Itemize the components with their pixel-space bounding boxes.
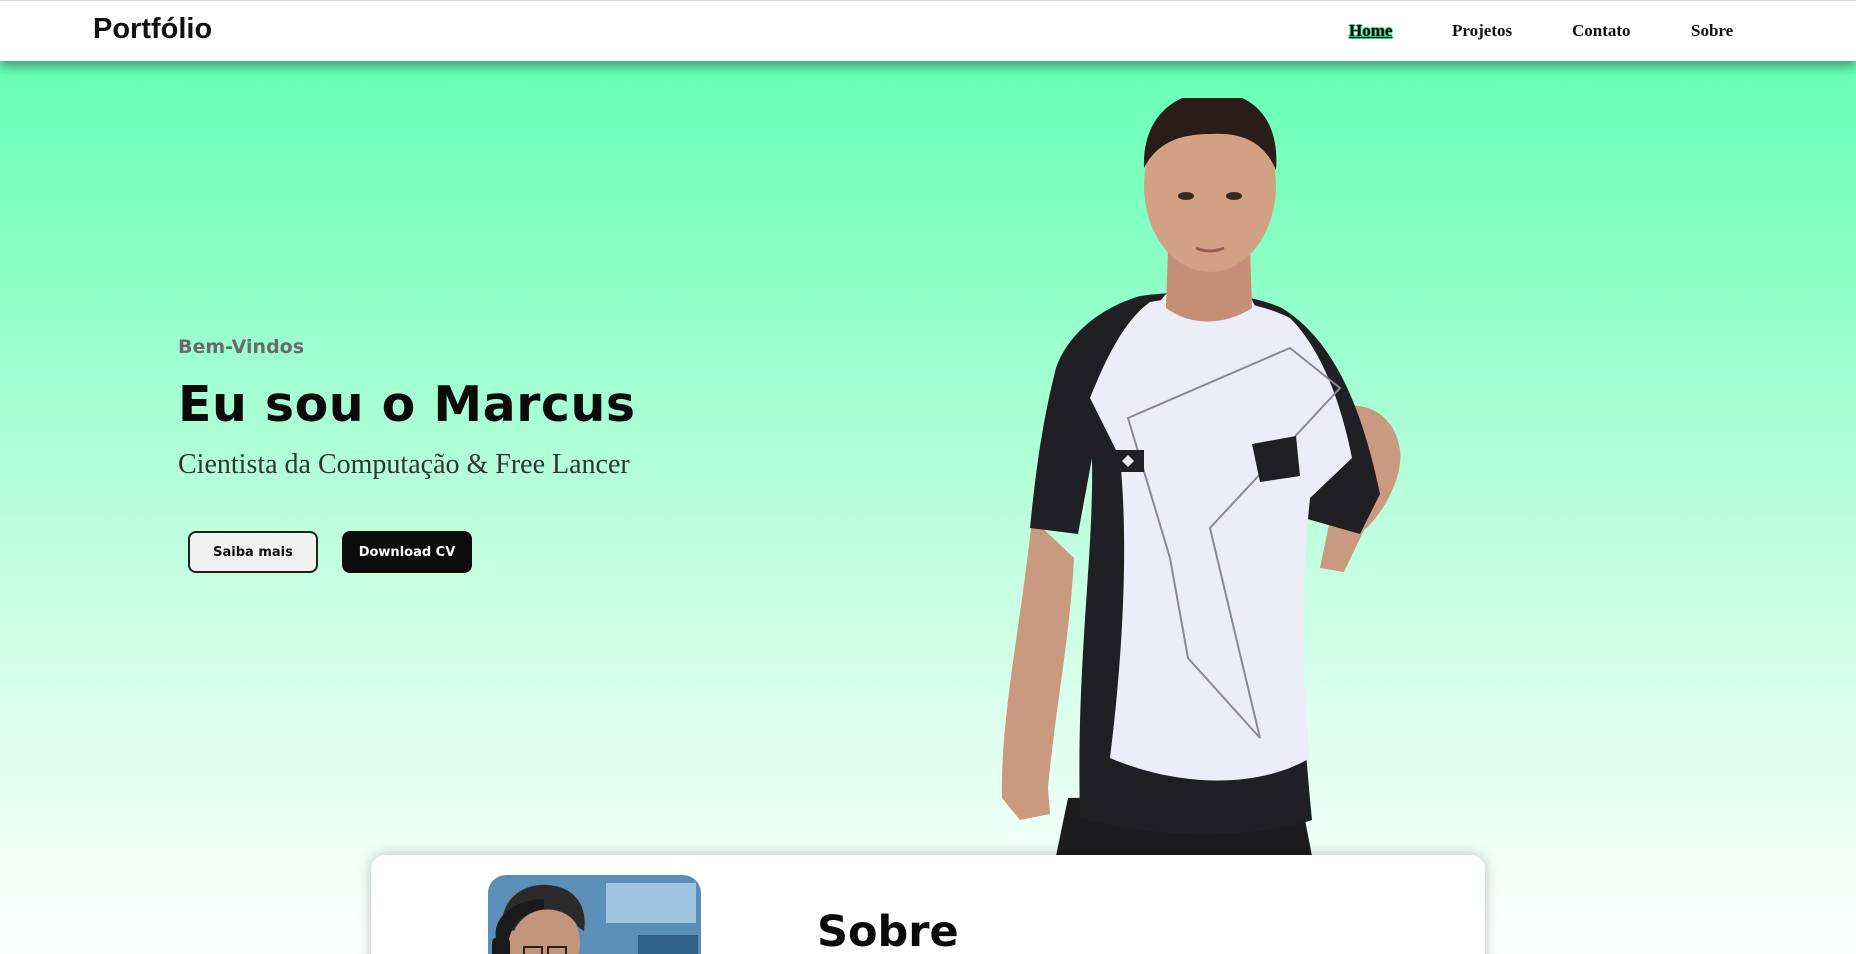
top-navbar: Portfólio Home Projetos Contato Sobre xyxy=(0,0,1856,61)
about-section-title: Sobre xyxy=(817,907,959,954)
nav-links: Home Projetos Contato Sobre xyxy=(0,21,1856,45)
hero-subtitle: Cientista da Computação & Free Lancer xyxy=(178,449,630,480)
nav-link-sobre[interactable]: Sobre xyxy=(1691,21,1733,41)
hero-portrait-photo xyxy=(1001,98,1401,855)
hero-welcome-text: Bem-Vindos xyxy=(178,336,305,358)
hero-title: Eu sou o Marcus xyxy=(178,376,636,433)
hero-intro: Bem-Vindos Eu sou o Marcus Cientista da … xyxy=(178,336,898,481)
nav-link-contato[interactable]: Contato xyxy=(1572,21,1631,41)
nav-link-home[interactable]: Home xyxy=(1349,21,1392,41)
saiba-mais-button[interactable]: Saiba mais xyxy=(188,531,318,573)
about-card: Sobre xyxy=(371,855,1485,954)
download-cv-button[interactable]: Download CV xyxy=(342,531,472,573)
about-photo xyxy=(488,875,701,954)
person-figure xyxy=(1001,98,1401,855)
nav-link-projetos[interactable]: Projetos xyxy=(1452,21,1512,41)
